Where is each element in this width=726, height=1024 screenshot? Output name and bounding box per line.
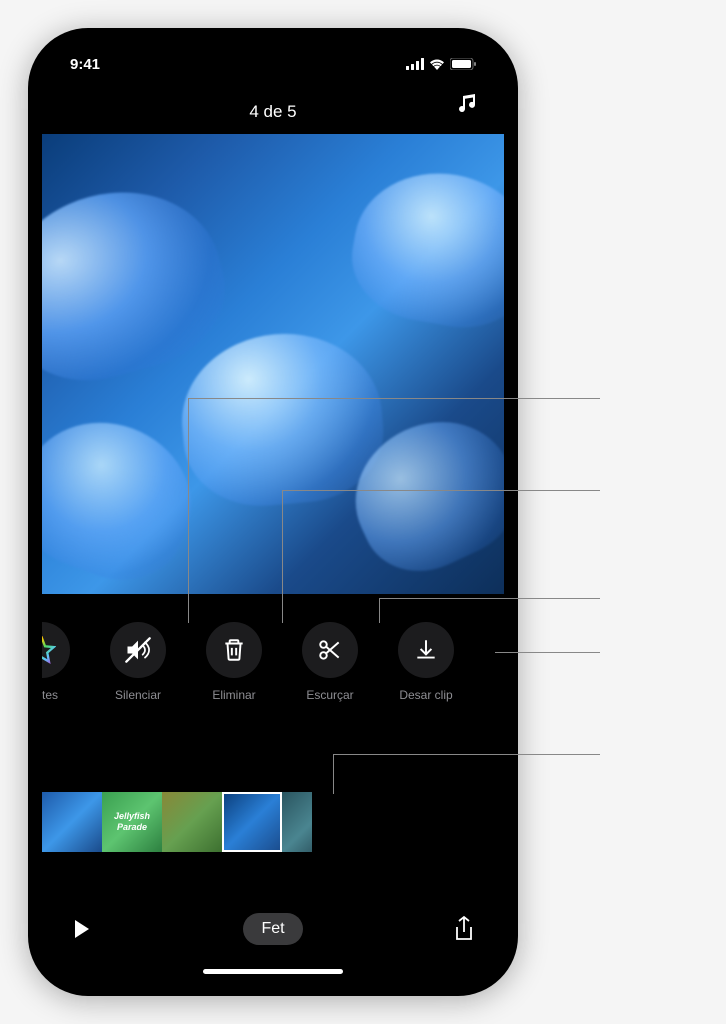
- page-title: 4 de 5: [249, 102, 296, 122]
- mute-button[interactable]: Silenciar: [90, 622, 186, 702]
- thumbnail-clip-5[interactable]: [282, 792, 312, 852]
- jellyfish-graphic: [342, 160, 504, 339]
- share-icon: [453, 915, 475, 943]
- play-button[interactable]: [66, 913, 98, 945]
- star-icon: [42, 636, 56, 664]
- notch: [173, 42, 373, 72]
- thumbnail-clip-3[interactable]: [162, 792, 222, 852]
- cellular-signal-icon: [406, 58, 424, 70]
- tool-label: Escurçar: [306, 688, 353, 702]
- done-label: Fet: [261, 920, 284, 937]
- delete-button[interactable]: Eliminar: [186, 622, 282, 702]
- callout-line: [282, 490, 283, 623]
- music-button[interactable]: [456, 92, 480, 121]
- wifi-icon: [429, 58, 445, 70]
- effects-button[interactable]: fectes: [42, 622, 90, 702]
- callout-line: [495, 652, 600, 653]
- phone-frame: 9:41 4 de 5: [28, 28, 518, 996]
- tool-label: Desar clip: [399, 688, 452, 702]
- callout-line: [379, 598, 380, 623]
- status-time: 9:41: [70, 56, 100, 73]
- trash-icon: [221, 637, 247, 663]
- phone-screen: 9:41 4 de 5: [42, 42, 504, 982]
- thumbnail-clip-2[interactable]: Jellyfish Parade: [102, 792, 162, 852]
- status-indicators: [406, 58, 476, 70]
- home-indicator[interactable]: [203, 969, 343, 974]
- play-icon: [73, 919, 91, 939]
- tool-label: Silenciar: [115, 688, 161, 702]
- speaker-muted-icon: [124, 636, 152, 664]
- tool-label: fectes: [42, 688, 58, 702]
- callout-line: [188, 398, 600, 399]
- scissors-icon: [317, 637, 343, 663]
- trim-button[interactable]: Escurçar: [282, 622, 378, 702]
- callout-line: [333, 754, 334, 794]
- save-clip-button[interactable]: Desar clip: [378, 622, 474, 702]
- clip-viewer[interactable]: [42, 134, 504, 594]
- tool-label: Eliminar: [212, 688, 255, 702]
- share-button[interactable]: [448, 913, 480, 945]
- done-button[interactable]: Fet: [243, 913, 302, 945]
- music-icon: [456, 92, 480, 116]
- thumbnail-clip-1[interactable]: [42, 792, 102, 852]
- callout-line: [379, 598, 600, 599]
- thumbnail-clip-4-selected[interactable]: [222, 792, 282, 852]
- callout-line: [188, 398, 189, 623]
- callout-line: [282, 490, 600, 491]
- header-bar: 4 de 5: [42, 92, 504, 132]
- clip-thumbnails: Jellyfish Parade: [42, 792, 312, 852]
- edit-toolbar: fectes Silenciar Eliminar: [42, 622, 504, 732]
- callout-line: [333, 754, 600, 755]
- battery-icon: [450, 58, 476, 70]
- bottom-bar: Fet: [42, 904, 504, 954]
- download-icon: [413, 637, 439, 663]
